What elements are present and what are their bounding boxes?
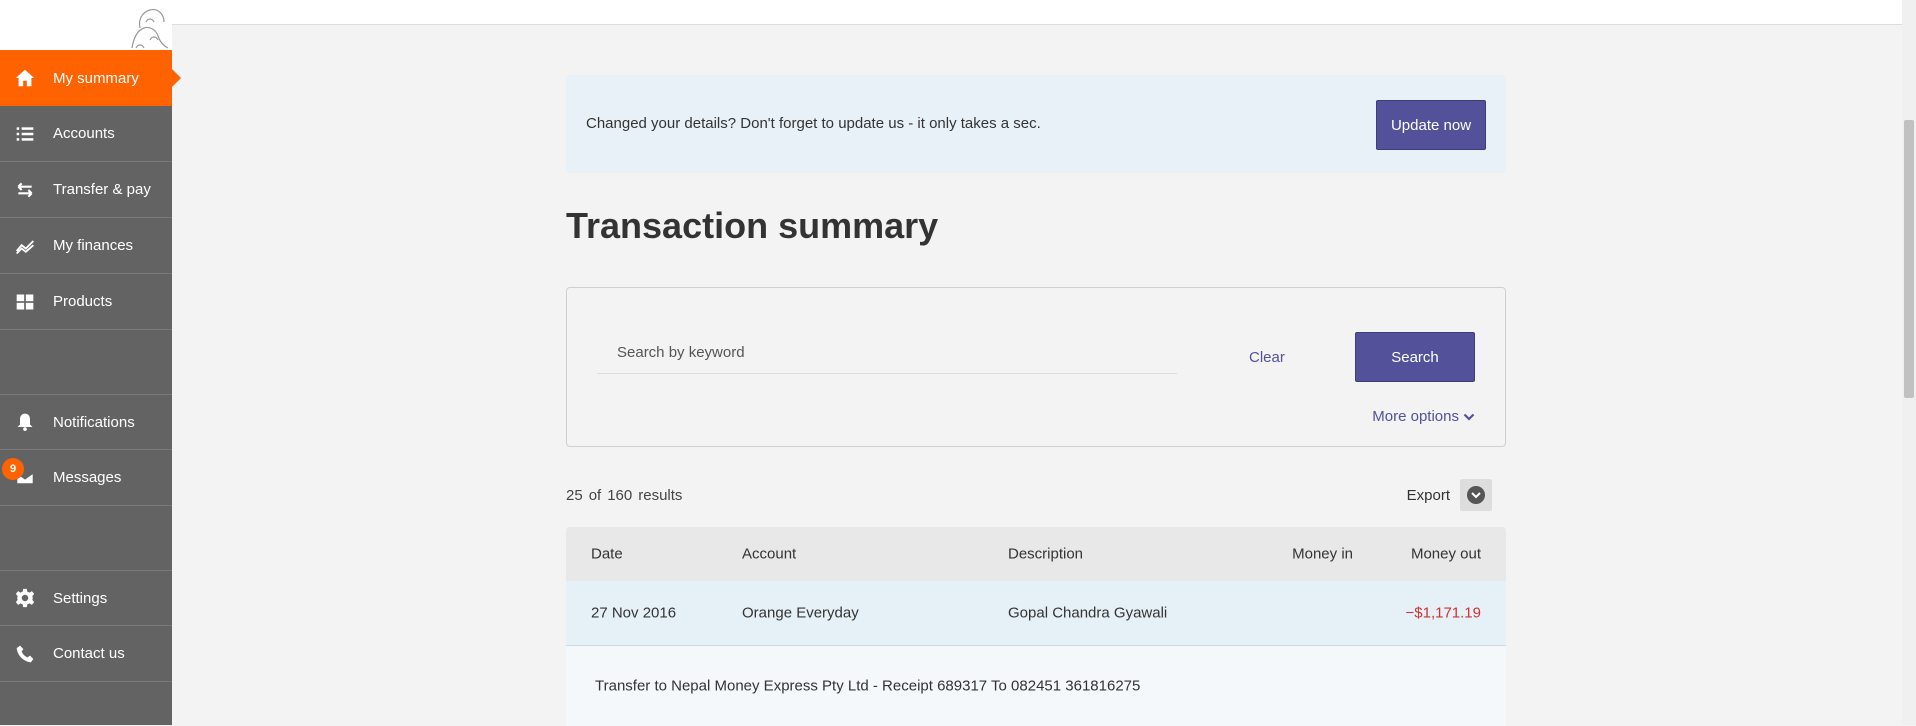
sidebar-item-label: Products	[53, 293, 113, 310]
bell-icon	[13, 410, 37, 434]
table-row[interactable]: 27 Nov 2016 Orange Everyday Gopal Chandr…	[566, 581, 1506, 646]
sidebar-item-label: Contact us	[53, 645, 125, 662]
header-account[interactable]: Account	[742, 546, 796, 563]
update-now-button[interactable]: Update now	[1376, 100, 1486, 150]
transaction-detail-text: Transfer to Nepal Money Express Pty Ltd …	[595, 677, 1141, 695]
sidebar-item-label: My finances	[53, 237, 134, 254]
row-description: Gopal Chandra Gyawali	[1008, 604, 1168, 622]
scrollbar-thumb[interactable]	[1904, 120, 1914, 398]
sidebar-item-my-summary[interactable]: My summary	[0, 50, 181, 106]
banner-text: Changed your details? Don't forget to up…	[586, 115, 1041, 132]
header-money-in[interactable]: Money in	[1292, 546, 1353, 563]
list-icon	[13, 122, 37, 146]
transaction-detail: Transfer to Nepal Money Express Pty Ltd …	[566, 646, 1506, 726]
sidebar-item-label: Transfer & pay	[53, 181, 151, 198]
messages-count-badge: 9	[2, 458, 24, 480]
export-label: Export	[1406, 486, 1450, 504]
search-button[interactable]: Search	[1355, 332, 1475, 382]
sidebar-item-label: My summary	[53, 69, 139, 87]
transactions-table: Date Account Description Money in Money …	[566, 527, 1506, 726]
grid-icon	[13, 290, 37, 314]
header-money-out[interactable]: Money out	[1411, 546, 1481, 563]
transfer-icon	[13, 178, 37, 202]
table-header: Date Account Description Money in Money …	[566, 527, 1506, 581]
results-label: results	[638, 487, 683, 504]
search-panel: Clear Search More options	[566, 287, 1506, 447]
lion-logo	[131, 9, 169, 49]
top-bar	[172, 0, 1906, 25]
export-control: Export	[1407, 479, 1492, 511]
page-title: Transaction summary	[566, 205, 939, 246]
vertical-scrollbar[interactable]	[1902, 0, 1916, 725]
logo-area	[0, 0, 172, 50]
sidebar-item-my-finances[interactable]: My finances	[0, 218, 172, 274]
gear-icon	[13, 586, 37, 610]
sidebar-item-settings[interactable]: Settings	[0, 570, 172, 626]
home-icon	[13, 66, 37, 90]
clear-link[interactable]: Clear	[1249, 349, 1285, 366]
search-input[interactable]	[597, 332, 1177, 374]
results-of: of	[588, 487, 602, 504]
sidebar-item-label: Accounts	[53, 125, 115, 142]
chevron-down-circle-icon	[1467, 486, 1485, 504]
export-dropdown-button[interactable]	[1460, 479, 1492, 511]
row-date: 27 Nov 2016	[591, 604, 677, 622]
results-shown: 25	[566, 487, 583, 504]
sidebar-item-accounts[interactable]: Accounts	[0, 106, 172, 162]
trend-icon	[13, 234, 37, 258]
more-options-label: More options	[1372, 408, 1459, 425]
phone-icon	[13, 642, 37, 666]
sidebar-item-label: Settings	[53, 589, 108, 607]
sidebar-item-products[interactable]: Products	[0, 274, 172, 330]
header-description[interactable]: Description	[1008, 546, 1083, 563]
chevron-down-icon	[1463, 413, 1475, 421]
more-options-toggle[interactable]: More options	[1372, 408, 1475, 425]
sidebar-item-messages[interactable]: 9 Messages	[0, 450, 172, 506]
row-account: Orange Everyday	[742, 604, 859, 622]
sidebar: My summary Accounts Transfer & pay My fi…	[0, 0, 181, 725]
row-money-out: −$1,171.19	[1405, 604, 1482, 622]
sidebar-item-label: Notifications	[53, 413, 135, 431]
results-total: 160	[607, 487, 633, 504]
sidebar-item-label: Messages	[53, 469, 122, 486]
sidebar-item-notifications[interactable]: Notifications	[0, 394, 172, 450]
results-count: 25 of 160 results	[566, 487, 688, 504]
sidebar-item-transfer-pay[interactable]: Transfer & pay	[0, 162, 172, 218]
update-details-banner: Changed your details? Don't forget to up…	[566, 75, 1506, 173]
sidebar-item-contact-us[interactable]: Contact us	[0, 626, 172, 682]
header-date[interactable]: Date	[591, 546, 623, 563]
